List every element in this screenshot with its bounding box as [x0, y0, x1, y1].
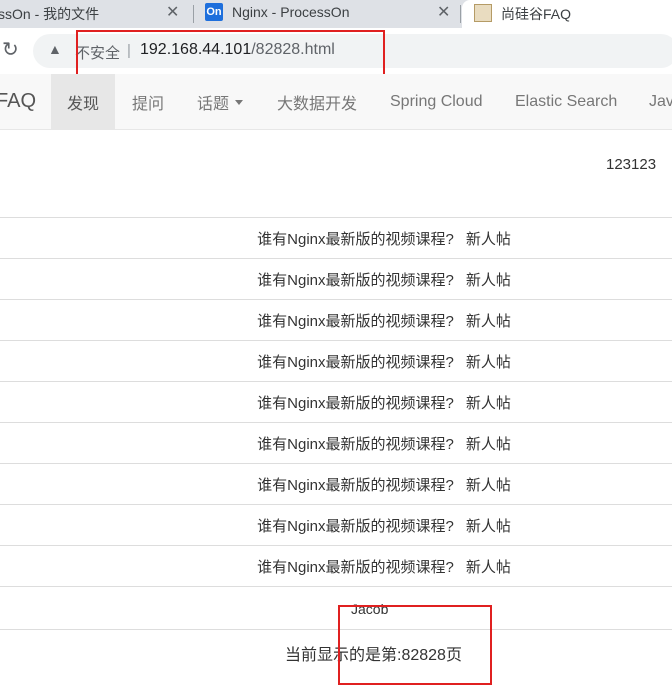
- list-item[interactable]: 谁有Nginx最新版的视频课程? 新人帖: [0, 505, 672, 546]
- tab-title: 尚硅谷FAQ: [501, 6, 572, 22]
- post-title[interactable]: 谁有Nginx最新版的视频课程?: [257, 269, 454, 290]
- nav-label: Elastic Search: [515, 92, 618, 110]
- tab-divider: [193, 5, 194, 23]
- post-title[interactable]: 谁有Nginx最新版的视频课程?: [257, 392, 454, 413]
- close-icon[interactable]: ✕: [166, 2, 179, 22]
- new-post-badge: 新人帖: [465, 271, 511, 289]
- tab-title: ssOn - 我的文件: [0, 6, 100, 22]
- nav-item-topics[interactable]: 话题: [197, 74, 244, 129]
- nav-label: 大数据开发: [277, 95, 358, 113]
- nav-item-spring-cloud[interactable]: Spring Cloud: [390, 74, 483, 129]
- new-post-badge: 新人帖: [465, 353, 511, 371]
- nav-label: Spring Cloud: [390, 92, 483, 110]
- caret-down-icon: [235, 100, 244, 105]
- list-item[interactable]: 谁有Nginx最新版的视频课程? 新人帖: [0, 218, 672, 259]
- nav-item-ask[interactable]: 提问: [132, 74, 164, 129]
- nav-item-bigdata[interactable]: 大数据开发: [277, 74, 357, 129]
- list-item[interactable]: 谁有Nginx最新版的视频课程? 新人帖: [0, 259, 672, 300]
- site-favicon-icon: [474, 4, 492, 22]
- tab-nginx-processon[interactable]: On Nginx - ProcessOn ✕: [195, 0, 460, 28]
- new-post-badge: 新人帖: [465, 435, 511, 453]
- new-post-badge: 新人帖: [465, 312, 511, 330]
- tab-faq-active[interactable]: 尚硅谷FAQ: [462, 0, 672, 28]
- site-navbar: FAQ 发现 提问 话题 大数据开发 Spring Cloud Elastic …: [0, 74, 672, 130]
- post-title[interactable]: 谁有Nginx最新版的视频课程?: [257, 556, 454, 577]
- new-post-badge: 新人帖: [465, 517, 511, 535]
- close-icon[interactable]: ✕: [437, 2, 450, 22]
- post-title[interactable]: 谁有Nginx最新版的视频课程?: [257, 310, 454, 331]
- processon-favicon-icon: On: [205, 3, 223, 21]
- tab-processon-files[interactable]: ssOn - 我的文件 ✕: [0, 0, 192, 28]
- highlight-box-page-info: [338, 605, 492, 685]
- tab-strip: ssOn - 我的文件 ✕ On Nginx - ProcessOn ✕ 尚硅谷…: [0, 0, 672, 28]
- nav-label: 发现: [66, 95, 99, 113]
- post-title[interactable]: 谁有Nginx最新版的视频课程?: [257, 228, 454, 249]
- list-item[interactable]: 谁有Nginx最新版的视频课程? 新人帖: [0, 341, 672, 382]
- post-title[interactable]: 谁有Nginx最新版的视频课程?: [257, 433, 454, 454]
- username[interactable]: 123123: [606, 156, 656, 173]
- brand-logo[interactable]: FAQ: [0, 90, 36, 113]
- post-list: 谁有Nginx最新版的视频课程? 新人帖 谁有Nginx最新版的视频课程? 新人帖 …: [0, 217, 672, 587]
- tab-title: Nginx - ProcessOn: [232, 4, 350, 20]
- new-post-badge: 新人帖: [465, 558, 511, 576]
- nav-item-elastic-search[interactable]: Elastic Search: [515, 74, 617, 129]
- warning-icon[interactable]: ▲: [48, 41, 62, 57]
- nav-label: 话题: [197, 95, 230, 113]
- reload-icon[interactable]: ↻: [2, 37, 19, 62]
- list-item[interactable]: 谁有Nginx最新版的视频课程? 新人帖: [0, 546, 672, 587]
- list-item[interactable]: 谁有Nginx最新版的视频课程? 新人帖: [0, 300, 672, 341]
- nav-item-java[interactable]: Java: [649, 74, 672, 129]
- list-item[interactable]: 谁有Nginx最新版的视频课程? 新人帖: [0, 382, 672, 423]
- nav-item-discover[interactable]: 发现: [51, 74, 115, 129]
- post-title[interactable]: 谁有Nginx最新版的视频课程?: [257, 474, 454, 495]
- nav-label: Java: [649, 92, 672, 110]
- new-post-badge: 新人帖: [465, 230, 511, 248]
- nav-label: 提问: [132, 95, 165, 113]
- tab-divider: [460, 5, 461, 23]
- post-title[interactable]: 谁有Nginx最新版的视频课程?: [257, 515, 454, 536]
- list-item[interactable]: 谁有Nginx最新版的视频课程? 新人帖: [0, 423, 672, 464]
- post-title[interactable]: 谁有Nginx最新版的视频课程?: [257, 351, 454, 372]
- new-post-badge: 新人帖: [465, 394, 511, 412]
- new-post-badge: 新人帖: [465, 476, 511, 494]
- list-item[interactable]: 谁有Nginx最新版的视频课程? 新人帖: [0, 464, 672, 505]
- divider: [0, 629, 672, 630]
